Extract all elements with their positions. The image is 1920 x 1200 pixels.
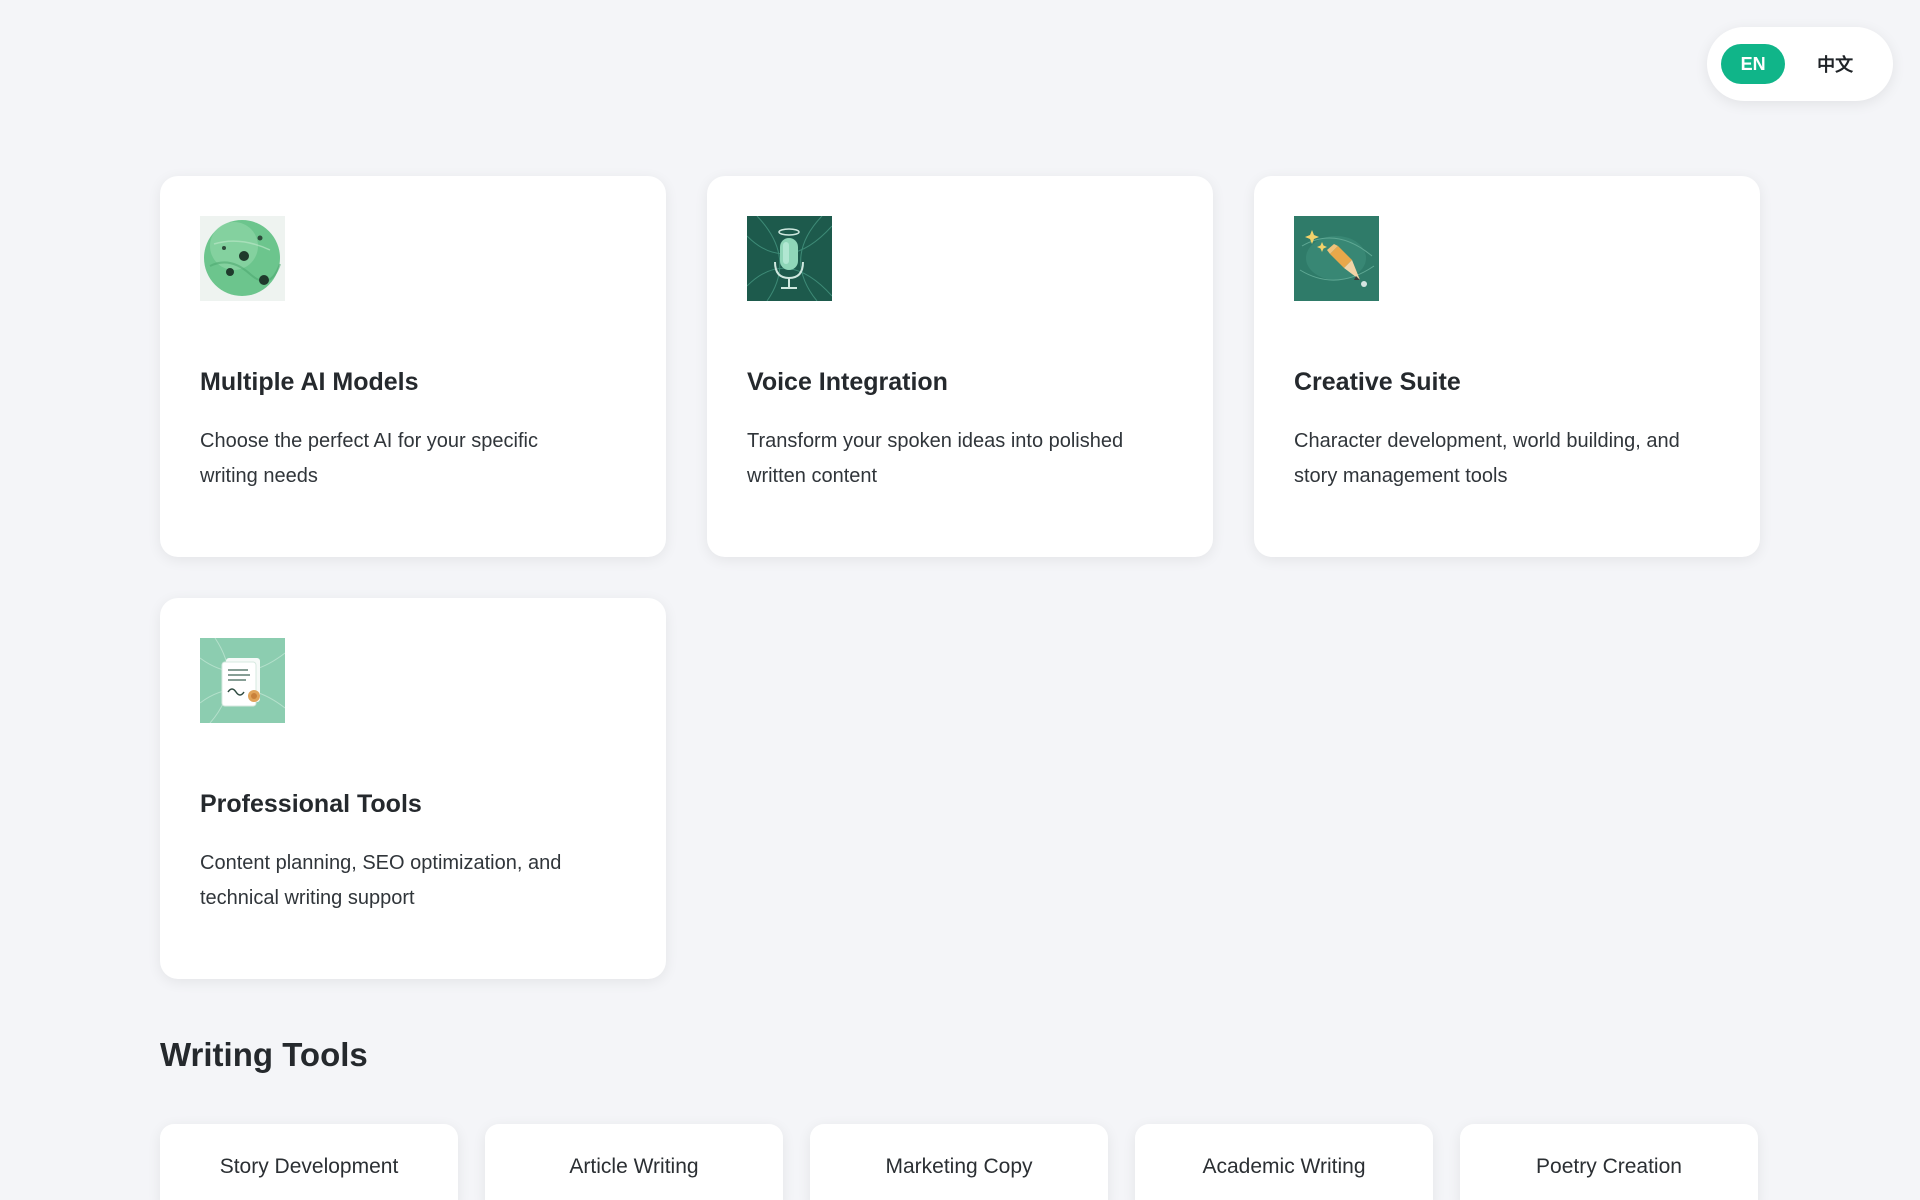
feature-title: Creative Suite <box>1294 368 1461 396</box>
document-icon <box>200 638 285 723</box>
pencil-sparkles-icon <box>1294 216 1379 301</box>
feature-card-professional-tools: Professional Tools Content planning, SEO… <box>160 598 666 979</box>
feature-title: Voice Integration <box>747 368 948 396</box>
feature-card-creative-suite: Creative Suite Character development, wo… <box>1254 176 1760 557</box>
lang-zh-button[interactable]: 中文 <box>1791 44 1879 84</box>
feature-title: Multiple AI Models <box>200 368 419 396</box>
green-planet-icon <box>200 216 285 301</box>
feature-card-multiple-ai-models: Multiple AI Models Choose the perfect AI… <box>160 176 666 557</box>
tool-article-writing[interactable]: Article Writing <box>485 1124 783 1200</box>
feature-description: Transform your spoken ideas into polishe… <box>747 430 1124 487</box>
writing-tools-heading: Writing Tools <box>160 1036 368 1073</box>
microphone-icon <box>747 216 832 301</box>
language-toggle: EN 中文 <box>1707 27 1893 101</box>
feature-cards: Multiple AI Models Choose the perfect AI… <box>160 176 1760 979</box>
feature-description: Content planning, SEO optimization, and … <box>200 852 562 909</box>
tool-story-development[interactable]: Story Development <box>160 1124 458 1200</box>
tool-poetry-creation[interactable]: Poetry Creation <box>1460 1124 1758 1200</box>
feature-card-voice-integration: Voice Integration Transform your spoken … <box>707 176 1213 557</box>
feature-description: Character development, world building, a… <box>1294 430 1680 487</box>
feature-title: Professional Tools <box>200 790 422 818</box>
tool-academic-writing[interactable]: Academic Writing <box>1135 1124 1433 1200</box>
tool-marketing-copy[interactable]: Marketing Copy <box>810 1124 1108 1200</box>
lang-en-button[interactable]: EN <box>1721 44 1786 84</box>
writing-tools-list: Story Development Article Writing Market… <box>160 1124 1758 1200</box>
feature-description: Choose the perfect AI for your specific … <box>200 430 538 487</box>
